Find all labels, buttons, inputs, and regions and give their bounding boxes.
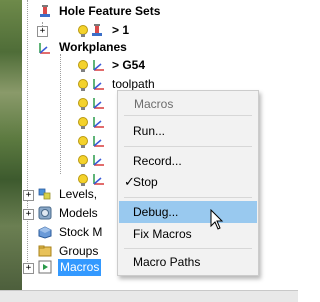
- tree-item-label: Hole Feature Sets: [59, 4, 161, 18]
- hole-feature-icon: [40, 5, 50, 17]
- tree-item-label: Groups: [59, 244, 99, 258]
- tree-line: [60, 54, 61, 174]
- menu-item-label: Fix Macros: [133, 227, 192, 241]
- menu-separator: [124, 115, 252, 116]
- workplane-icon: [39, 43, 50, 54]
- menu-item-fix-macros[interactable]: Fix Macros: [119, 223, 257, 245]
- status-bar: [0, 290, 298, 302]
- bulb-icon[interactable]: [78, 79, 88, 91]
- menu-separator: [124, 146, 252, 147]
- menu-separator: [124, 248, 252, 249]
- workplane-icon: [93, 98, 104, 109]
- tree-item-label: Levels,: [59, 187, 98, 201]
- bulb-icon[interactable]: [78, 60, 88, 72]
- tree-item-label: > 1: [112, 23, 130, 37]
- menu-title: Macros: [134, 97, 174, 111]
- menu-item-stop[interactable]: ✓ Stop: [119, 171, 257, 193]
- menu-item-macro-paths[interactable]: Macro Paths: [119, 251, 257, 273]
- macros-icon: [38, 260, 52, 274]
- tree-item-label: Workplanes: [59, 40, 127, 54]
- bulb-icon[interactable]: [78, 155, 88, 167]
- menu-item-debug[interactable]: Debug...: [119, 201, 257, 223]
- mouse-cursor-icon: [210, 209, 224, 230]
- bulb-icon[interactable]: [78, 25, 88, 37]
- bulb-icon[interactable]: [78, 174, 88, 186]
- check-icon: ✓: [124, 174, 135, 189]
- workplane-icon: [93, 136, 104, 147]
- menu-item-label: Run...: [133, 124, 166, 138]
- menu-item-label: Stop: [133, 175, 158, 189]
- bulb-icon[interactable]: [78, 117, 88, 129]
- tree-item-label: Macros: [58, 259, 102, 276]
- background-strip: [0, 0, 22, 290]
- menu-item-label: Debug...: [133, 205, 179, 219]
- tree-item-label: Stock M: [59, 225, 103, 239]
- bulb-icon[interactable]: [78, 136, 88, 148]
- stock-icon: [38, 226, 52, 239]
- expand-icon[interactable]: +: [23, 209, 34, 220]
- macros-context-menu: Macros Run... Record... ✓ Stop Debug... …: [117, 90, 259, 276]
- workplane-icon: [93, 174, 104, 185]
- menu-item-record[interactable]: Record...: [119, 150, 257, 172]
- workplane-icon: [93, 60, 104, 71]
- expand-icon[interactable]: +: [23, 263, 34, 274]
- menu-separator: [124, 197, 252, 198]
- tree-line: [27, 0, 28, 270]
- workplane-icon: [93, 79, 104, 90]
- hole-feature-icon: [92, 24, 102, 36]
- groups-icon: [38, 245, 52, 257]
- menu-item-label: Macro Paths: [133, 255, 201, 269]
- tree-item-label: Models: [59, 206, 98, 220]
- workplane-icon: [93, 117, 104, 128]
- bulb-icon[interactable]: [78, 98, 88, 110]
- menu-item-label: Record...: [133, 154, 182, 168]
- tree-item-label: > G54: [112, 58, 146, 72]
- expand-icon[interactable]: +: [23, 190, 34, 201]
- menu-item-run[interactable]: Run...: [119, 120, 257, 142]
- expand-icon[interactable]: +: [37, 26, 48, 37]
- workplane-icon: [93, 155, 104, 166]
- models-icon: [38, 206, 52, 220]
- levels-icon: [38, 188, 51, 200]
